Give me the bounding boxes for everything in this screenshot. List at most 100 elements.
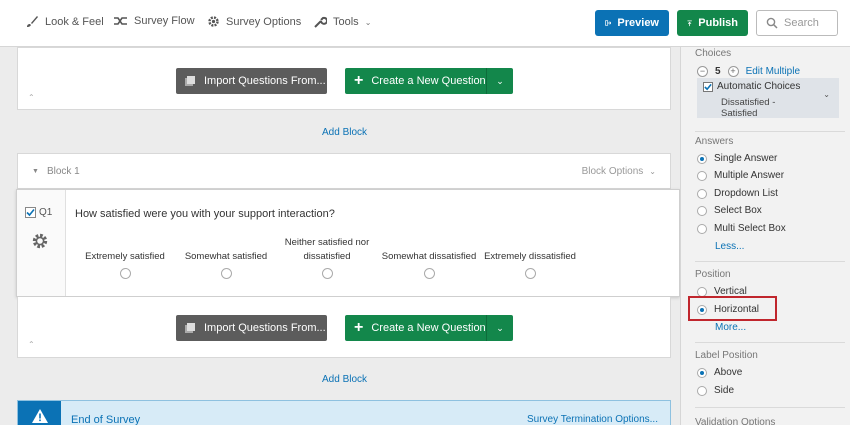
question-text[interactable]: How satisfied were you with your support… — [75, 208, 335, 220]
block-1-header: ▼ Block 1 Block Options ⌄ — [17, 153, 671, 189]
create-question-main[interactable]: + Create a New Question — [345, 68, 487, 94]
create-question-main[interactable]: + Create a New Question — [345, 315, 487, 341]
survey-flow-menu[interactable]: Survey Flow — [113, 15, 195, 27]
add-block-link[interactable]: Add Block — [322, 127, 367, 138]
wrench-icon — [314, 16, 327, 28]
answer-multi-select-box[interactable]: Multi Select Box — [697, 223, 786, 234]
checkbox[interactable] — [703, 81, 713, 92]
question-gutter: Q1 — [17, 190, 66, 296]
label-position-label: Side — [714, 385, 735, 396]
top-toolbar: Look & Feel Survey Flow Survey Options T… — [0, 0, 850, 47]
choice-label: Extremely satisfied — [85, 251, 165, 262]
block-card-top: Import Questions From... + Create a New … — [17, 47, 671, 110]
question-q1[interactable]: Q1 How satisfied were you with your supp… — [16, 189, 680, 297]
chevron-down-icon: ⌄ — [496, 322, 504, 333]
search-input[interactable]: Search — [756, 10, 838, 36]
divider — [695, 261, 845, 262]
preview-icon — [605, 20, 612, 26]
create-question-dropdown[interactable]: ⌄ — [487, 68, 513, 94]
gear-icon — [208, 16, 219, 27]
answer-dropdown[interactable]: Dropdown List — [697, 188, 778, 199]
block-title[interactable]: ▼ Block 1 — [32, 166, 80, 177]
copy-icon — [185, 323, 195, 333]
survey-options-label: Survey Options — [226, 15, 302, 28]
radio[interactable] — [697, 286, 707, 297]
preview-label: Preview — [617, 17, 659, 29]
chevron-down-icon: ⌄ — [364, 17, 372, 27]
answer-single[interactable]: Single Answer — [697, 153, 777, 164]
publish-button[interactable]: Publish — [677, 10, 748, 36]
choice-1[interactable]: Extremely satisfied — [75, 236, 175, 279]
radio[interactable] — [697, 385, 707, 396]
survey-flow-label: Survey Flow — [134, 15, 195, 27]
plus-icon[interactable]: + — [727, 66, 739, 77]
copy-icon — [185, 76, 195, 86]
validation-heading: Validation Options — [695, 417, 776, 425]
divider — [695, 342, 845, 343]
preview-button[interactable]: Preview — [595, 10, 669, 36]
answer-label: Select Box — [714, 205, 762, 216]
chevron-down-icon[interactable]: ⌄ — [823, 90, 830, 99]
less-link[interactable]: Less... — [715, 241, 744, 252]
choice-label: Somewhat dissatisfied — [381, 251, 477, 262]
answers-heading: Answers — [695, 136, 734, 147]
create-question-button[interactable]: + Create a New Question ⌄ — [345, 315, 513, 341]
create-question-dropdown[interactable]: ⌄ — [487, 315, 513, 341]
question-select-checkbox[interactable]: Q1 — [25, 207, 52, 218]
more-link[interactable]: More... — [715, 322, 746, 333]
search-icon — [766, 17, 778, 29]
question-gear-icon[interactable] — [31, 232, 49, 253]
radio-selected[interactable] — [697, 367, 707, 378]
automatic-choices-select[interactable]: Dissatisfied - Satisfied — [721, 97, 795, 119]
edit-multiple-link[interactable]: Edit Multiple — [746, 66, 800, 77]
choice-radio[interactable] — [119, 268, 131, 279]
collapse-caret-icon[interactable]: ⌃ — [28, 340, 35, 349]
radio-selected[interactable] — [697, 153, 707, 164]
choices-count: 5 — [715, 66, 721, 77]
choice-radio[interactable] — [220, 268, 232, 279]
end-of-survey-title: End of Survey — [71, 414, 141, 425]
automatic-choices-label: Automatic Choices — [717, 81, 801, 92]
radio[interactable] — [697, 205, 707, 216]
tools-menu[interactable]: Tools ⌄ — [313, 15, 371, 29]
minus-icon[interactable]: − — [697, 66, 708, 77]
radio[interactable] — [697, 170, 707, 181]
create-question-label: Create a New Question — [371, 322, 486, 334]
collapse-caret-icon[interactable]: ⌃ — [28, 93, 35, 102]
create-question-button[interactable]: + Create a New Question ⌄ — [345, 68, 513, 94]
import-questions-button[interactable]: Import Questions From... — [176, 68, 327, 94]
look-feel-label: Look & Feel — [45, 16, 104, 28]
automatic-choices-checkbox[interactable]: Automatic Choices — [703, 81, 800, 92]
label-position-above[interactable]: Above — [697, 367, 742, 378]
answer-label: Multi Select Box — [714, 223, 786, 234]
choice-5[interactable]: Extremely dissatisfied — [480, 236, 580, 279]
checkmark-icon — [26, 208, 35, 217]
block-options-menu[interactable]: Block Options ⌄ — [582, 166, 656, 177]
collapse-triangle-icon: ▼ — [32, 168, 39, 175]
answer-multiple[interactable]: Multiple Answer — [697, 170, 784, 181]
choice-radio[interactable] — [321, 268, 333, 279]
choice-label: Neither satisfied nor dissatisfied — [284, 237, 370, 262]
label-position-side[interactable]: Side — [697, 385, 734, 396]
publish-label: Publish — [698, 17, 738, 29]
choice-label: Somewhat satisfied — [184, 251, 268, 262]
checkbox[interactable] — [25, 207, 36, 218]
choice-radio[interactable] — [423, 268, 435, 279]
radio[interactable] — [697, 188, 707, 199]
warning-icon — [18, 401, 61, 425]
answer-label: Dropdown List — [714, 188, 778, 199]
add-block-link[interactable]: Add Block — [322, 374, 367, 385]
choice-4[interactable]: Somewhat dissatisfied — [379, 236, 479, 279]
survey-termination-options-link[interactable]: Survey Termination Options... — [527, 414, 658, 425]
question-properties-panel: Choices − 5 + Edit Multiple Automatic Ch… — [680, 47, 850, 425]
choice-2[interactable]: Somewhat satisfied — [176, 236, 276, 279]
survey-options-menu[interactable]: Survey Options — [207, 15, 301, 28]
label-position-label: Above — [714, 367, 743, 378]
look-feel-menu[interactable]: Look & Feel — [25, 15, 104, 29]
import-questions-button[interactable]: Import Questions From... — [176, 315, 327, 341]
choices-count-stepper[interactable]: − 5 + Edit Multiple — [697, 66, 800, 77]
choice-3[interactable]: Neither satisfied nor dissatisfied — [277, 236, 377, 279]
choice-radio[interactable] — [524, 268, 536, 279]
radio[interactable] — [697, 223, 707, 234]
answer-select-box[interactable]: Select Box — [697, 205, 762, 216]
